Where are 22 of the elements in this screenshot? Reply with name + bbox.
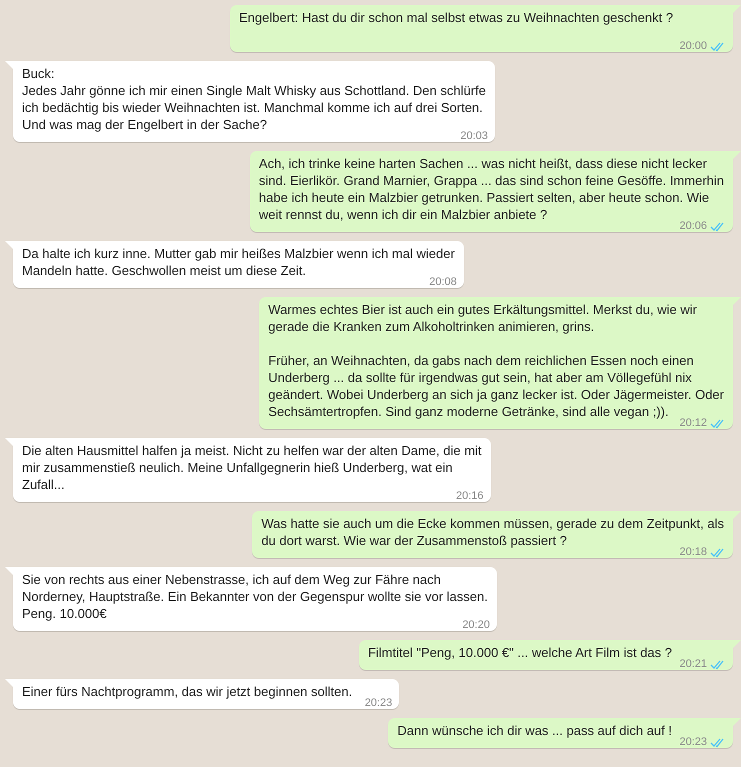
message-text: Die alten Hausmittel halfen ja meist. Nicht zu helfen war der alten Dame, die mit mir zusammenstieß neulich. Meine Unfallgegnerin hieß Underberg, wat ein Zufall...	[22, 442, 482, 492]
message-text: Engelbert: Hast du dir schon mal selbst etwas zu Weihnachten geschenkt ?	[239, 9, 674, 27]
message-text: Da halte ich kurz inne. Mutter gab mir heißes Malzbier wenn ich mal wieder Mandeln hatte. Geschwollen meist um diese Zeit.	[22, 245, 455, 278]
message-text: Filmtitel "Peng, 10.000 €" ... welche Art Film ist das ?	[368, 644, 673, 661]
message-time: 20:23	[679, 736, 707, 748]
message-time: 20:06	[679, 220, 707, 232]
message-time: 20:12	[679, 417, 707, 429]
message-time: 20:18	[679, 546, 707, 558]
message-text: Ach, ich trinke keine harten Sachen ... was nicht heißt, dass diese nicht lecker sind. Eierlikör. Grand Marnier, Grappa ... das sind schon feine Gesöffe. Immerhin habe ich heute ein Malzbier getrunken. Passiert selten, aber heute schon. Wie weit rennst du, wenn ich dir ein Malzbier anbiete ?	[258, 155, 724, 222]
message-time: 20:00	[679, 40, 707, 52]
message-time: 20:16	[456, 490, 484, 502]
message-text: Buck: Jedes Jahr gönne ich mir einen Single Malt Whisky aus Schottland. Den schlürfe ich bedächtig bis wieder Weihnachten ist. Manchmal komme ich auf drei Sorten. Und was mag der Engelbert in der Sache?	[22, 65, 486, 132]
message-text: Dann wünsche ich dir was ... pass auf dich auf !	[397, 722, 673, 739]
message-time: 20:23	[364, 697, 392, 709]
message-time: 20:03	[460, 130, 488, 142]
message-time: 20:21	[679, 658, 707, 670]
message-time: 20:20	[462, 619, 490, 631]
message-time: 20:08	[429, 276, 457, 288]
message-text: Sie von rechts aus einer Nebenstrasse, ich auf dem Weg zur Fähre nach Norderney, Hauptstraße. Ein Bekannter von der Gegenspur wollte sie vor lassen. Peng. 10.000€	[22, 571, 488, 621]
message-text: Warmes echtes Bier ist auch ein gutes Erkältungsmittel. Merkst du, wie wir gerade die Kranken zum Alkoholtrinken animieren, grins. Früher, an Weihnachten, da gabs nach dem reichlichen Essen noch einen Underberg ... da sollte für irgendwas gut sein, hat aber am Völlegefühl nix geändert. Wobei Underberg an sich ja ganz lecker ist. Oder Jägermeister. Oder Sechsämtertropfen. Sind ganz moderne Getränke, sind alle vegan ;)).	[268, 301, 724, 419]
message-text: Einer fürs Nachtprogramm, das wir jetzt beginnen sollten.	[22, 683, 354, 700]
message-text: Was hatte sie auch um die Ecke kommen müssen, gerade zu dem Zeitpunkt, als du dort warst. Wie war der Zusammenstoß passiert ?	[261, 515, 724, 548]
